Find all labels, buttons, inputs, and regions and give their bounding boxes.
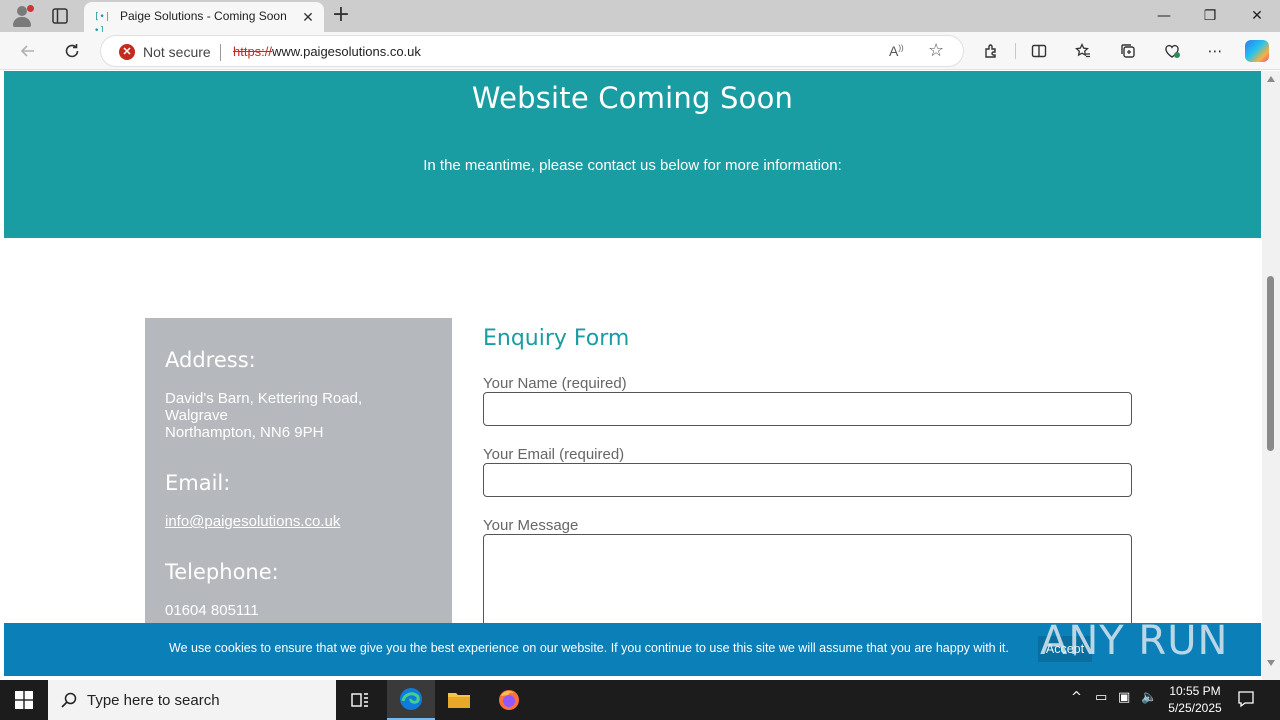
edge-taskbar-icon[interactable]	[387, 680, 435, 720]
scrollbar-thumb[interactable]	[1267, 276, 1274, 451]
address-line-1: David's Barn, Kettering Road,	[165, 390, 363, 407]
windows-taskbar: Type here to search ^ ▭ ▣ 🔈 10:55 PM 5/2…	[0, 680, 1280, 720]
device-icon[interactable]: ▭	[1095, 690, 1107, 705]
divider	[220, 44, 221, 61]
taskbar-search-box[interactable]: Type here to search	[48, 680, 336, 720]
url-text[interactable]: https://www.paigesolutions.co.uk	[233, 44, 421, 59]
email-link[interactable]: info@paigesolutions.co.uk	[165, 513, 340, 530]
copilot-icon[interactable]	[1245, 40, 1269, 62]
start-button[interactable]	[0, 680, 48, 720]
tab-actions-icon[interactable]	[50, 6, 70, 26]
address-heading: Address:	[165, 348, 256, 372]
tab-close-icon[interactable]: ✕	[300, 9, 316, 25]
tab-strip: [•|•] Paige Solutions - Coming Soon ✕ + …	[0, 0, 1280, 36]
form-heading: Enquiry Form	[483, 326, 630, 351]
read-aloud-icon[interactable]: A))	[889, 43, 904, 59]
hero-subtitle: In the meantime, please contact us below…	[423, 157, 842, 174]
name-input[interactable]	[483, 392, 1132, 426]
url-host: www.paigesolutions.co.uk	[272, 44, 421, 59]
browser-essentials-icon[interactable]	[1162, 41, 1182, 61]
firefox-icon[interactable]	[485, 680, 533, 720]
url-protocol: https://	[233, 44, 273, 59]
not-secure-icon[interactable]: ✕	[119, 44, 135, 60]
search-icon	[61, 692, 77, 708]
email-input[interactable]	[483, 463, 1132, 497]
notifications-icon[interactable]	[1236, 689, 1258, 711]
page-scrollbar[interactable]	[1262, 71, 1280, 680]
telephone-number: 01604 805111	[165, 602, 259, 619]
address-line-3: Northampton, NN6 9PH	[165, 424, 324, 441]
hero-banner: Website Coming Soon In the meantime, ple…	[4, 71, 1261, 238]
name-label: Your Name (required)	[483, 375, 627, 392]
collections-icon[interactable]	[1118, 41, 1138, 61]
browser-toolbar: ✕ Not secure https://www.paigesolutions.…	[0, 32, 1280, 70]
favorite-star-icon[interactable]: ☆	[928, 40, 944, 61]
address-bar[interactable]: ✕ Not secure https://www.paigesolutions.…	[100, 35, 964, 67]
task-view-icon[interactable]	[336, 680, 384, 720]
security-status[interactable]: Not secure	[143, 44, 211, 60]
scroll-down-icon[interactable]	[1267, 660, 1275, 666]
cookie-message: We use cookies to ensure that we give yo…	[169, 641, 1009, 655]
divider	[1015, 43, 1016, 59]
email-heading: Email:	[165, 471, 231, 495]
anyrun-watermark: ANY RUN	[1040, 608, 1240, 668]
extensions-icon[interactable]	[981, 41, 1001, 61]
contact-info-panel: Address: David's Barn, Kettering Road, W…	[145, 318, 452, 638]
watermark-text: ANY RUN	[1040, 618, 1229, 664]
address-line-2: Walgrave	[165, 407, 228, 424]
favorites-icon[interactable]	[1073, 41, 1093, 61]
taskbar-clock[interactable]: 10:55 PM 5/25/2025	[1160, 683, 1230, 717]
message-label: Your Message	[483, 517, 579, 534]
more-options-icon[interactable]: ⋯	[1205, 41, 1225, 61]
tab-title: Paige Solutions - Coming Soon	[120, 9, 287, 23]
search-placeholder: Type here to search	[87, 692, 220, 709]
restore-button[interactable]: ❐	[1187, 0, 1233, 32]
volume-icon[interactable]: 🔈	[1141, 690, 1157, 705]
telephone-heading: Telephone:	[165, 560, 279, 584]
file-explorer-icon[interactable]	[435, 680, 483, 720]
refresh-icon[interactable]	[60, 39, 84, 63]
profile-icon[interactable]	[10, 4, 34, 28]
split-screen-icon[interactable]	[1029, 41, 1049, 61]
page-viewport: Website Coming Soon In the meantime, ple…	[0, 71, 1280, 680]
minimize-button[interactable]: —	[1141, 0, 1187, 32]
clock-date: 5/25/2025	[1168, 701, 1222, 715]
windows-logo-icon	[15, 691, 33, 709]
scroll-up-icon[interactable]	[1267, 76, 1275, 82]
site-favicon-icon: [•|•]	[94, 12, 111, 36]
network-icon[interactable]: ▣	[1118, 690, 1130, 705]
back-arrow-icon[interactable]	[16, 39, 40, 63]
email-label: Your Email (required)	[483, 446, 625, 463]
new-tab-button[interactable]: +	[330, 4, 352, 27]
close-window-button[interactable]: ✕	[1234, 0, 1280, 32]
page-title: Website Coming Soon	[471, 81, 794, 115]
tab-active[interactable]: [•|•] Paige Solutions - Coming Soon ✕	[84, 2, 324, 36]
show-hidden-icons-icon[interactable]: ^	[1071, 690, 1082, 705]
clock-time: 10:55 PM	[1169, 684, 1221, 698]
